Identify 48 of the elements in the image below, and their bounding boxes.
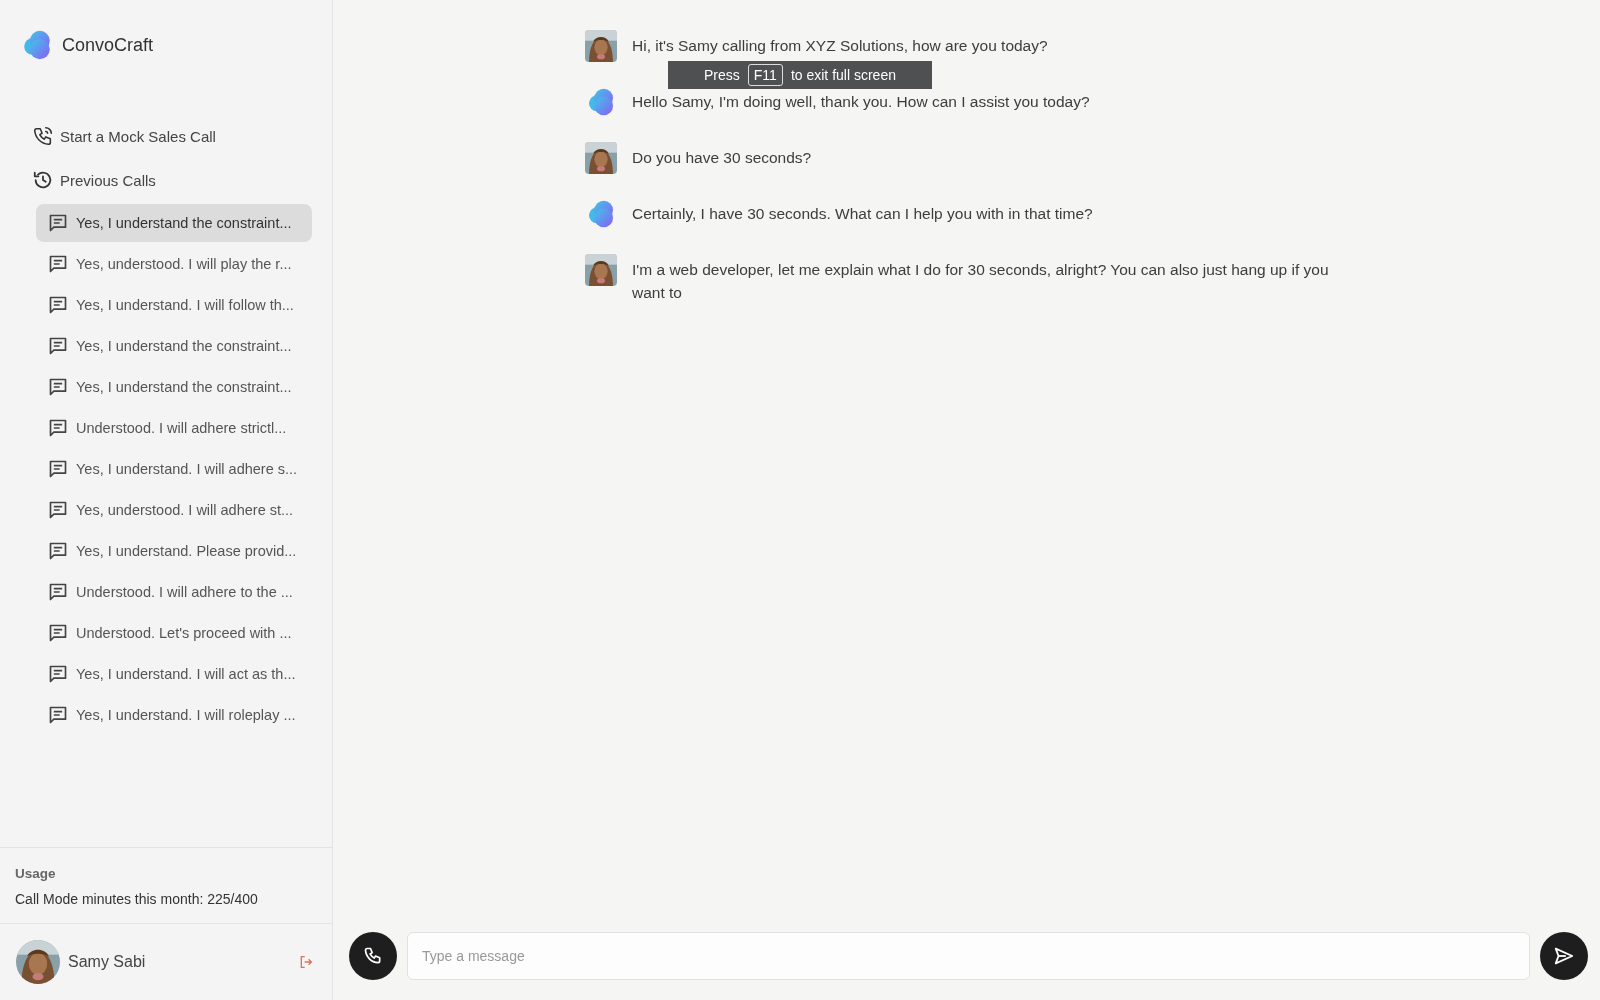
call-item[interactable]: Yes, I understand. I will follow th... (36, 286, 312, 324)
chat-icon (48, 582, 68, 602)
usage-text: Call Mode minutes this month: 225/400 (15, 891, 259, 907)
call-item[interactable]: Yes, I understand. I will adhere s... (36, 450, 312, 488)
chat-icon (48, 295, 68, 315)
chat-icon (48, 459, 68, 479)
phone-icon (363, 946, 383, 966)
user-name: Samy Sabi (68, 953, 147, 971)
key-label: F11 (747, 64, 783, 86)
message-text: Hello Samy, I'm doing well, thank you. How can I assist you today? (632, 92, 1090, 112)
logout-icon[interactable] (298, 954, 314, 970)
chat-icon (48, 664, 68, 684)
chat-icon (48, 418, 68, 438)
call-button[interactable] (349, 932, 397, 980)
notice-text: to exit full screen (790, 67, 896, 83)
send-button[interactable] (1540, 932, 1588, 980)
chat-icon (48, 254, 68, 274)
chat-icon (48, 500, 68, 520)
message-text: I'm a web developer, let me explain what I do for 30 seconds, alright? You can also just hang up if you want to (632, 260, 1330, 303)
send-icon (1553, 945, 1575, 967)
chat-icon (48, 377, 68, 397)
app-name: ConvoCraft (62, 34, 154, 56)
call-item[interactable]: Yes, I understand. I will roleplay ... (36, 696, 312, 734)
message-text: Hi, it's Samy calling from XYZ Solutions, how are you today? (632, 36, 1048, 56)
phone-icon (32, 125, 54, 147)
chat-icon (48, 336, 68, 356)
call-item[interactable]: Yes, understood. I will adhere st... (36, 491, 312, 529)
message-text: Do you have 30 seconds? (632, 148, 812, 168)
notice-text: Press (704, 67, 740, 83)
chat-icon (48, 541, 68, 561)
call-item[interactable]: Yes, I understand the constraint... (36, 327, 312, 365)
call-item[interactable]: Yes, I understand. Please provid... (36, 532, 312, 570)
call-item[interactable]: Yes, understood. I will play the r... (36, 245, 312, 283)
call-item[interactable]: Yes, I understand the constraint... (36, 368, 312, 406)
call-item[interactable]: Yes, I understand the constraint... (36, 204, 312, 242)
call-item[interactable]: Understood. I will adhere strictl... (36, 409, 312, 447)
message-input[interactable]: Type a message (407, 932, 1530, 980)
chat-icon (48, 705, 68, 725)
history-icon (32, 169, 54, 191)
chat-icon (48, 623, 68, 643)
call-item[interactable]: Yes, I understand. I will act as th... (36, 655, 312, 693)
call-item[interactable]: Understood. Let's proceed with ... (36, 614, 312, 652)
section-heading: Previous Calls (60, 171, 156, 189)
call-item[interactable]: Understood. I will adhere to the ... (36, 573, 312, 611)
nav-link[interactable]: Start a Mock Sales Call (60, 127, 216, 145)
usage-heading: Usage (15, 866, 57, 881)
message-text: Certainly, I have 30 seconds. What can I help you with in that time? (632, 204, 1093, 224)
chat-icon (48, 213, 68, 233)
